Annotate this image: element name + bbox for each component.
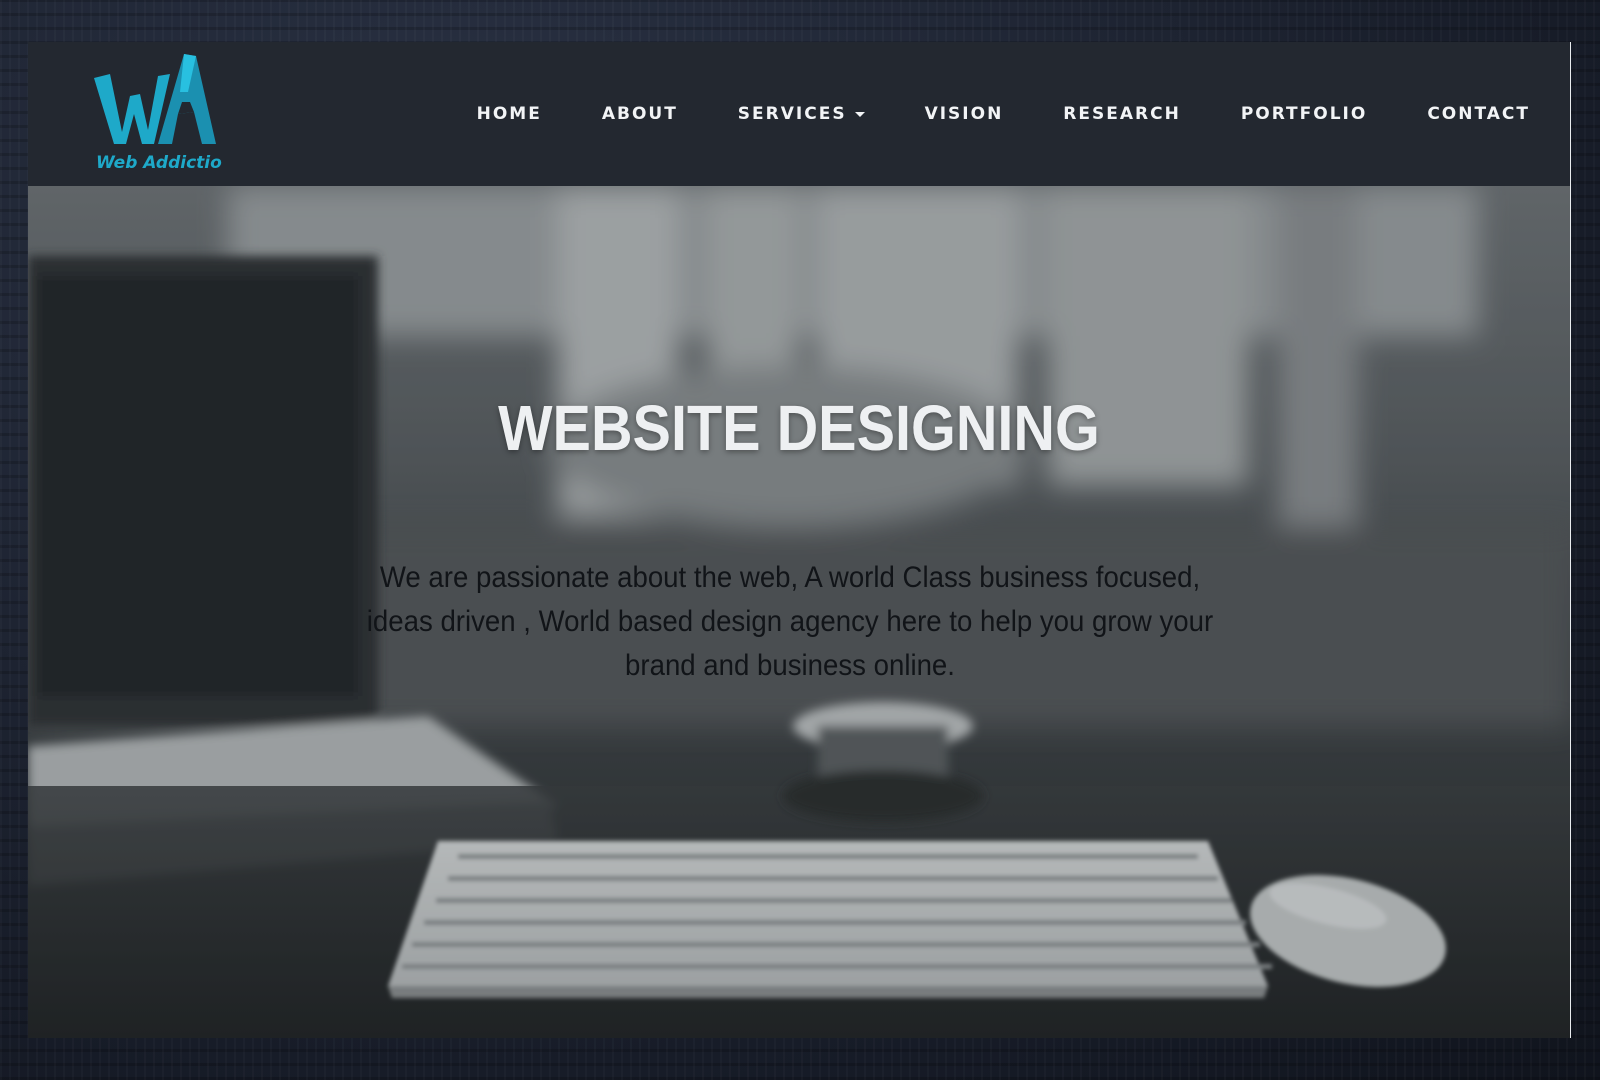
nav-portfolio-label: PORTFOLIO (1240, 104, 1368, 124)
logo-text: Web Addiction (96, 153, 222, 173)
nav-portfolio[interactable]: PORTFOLIO (1241, 104, 1368, 124)
nav-home[interactable]: HOME (477, 104, 542, 124)
nav-services-dropdown[interactable]: SERVICES (738, 104, 865, 124)
nav-research-label: RESEARCH (1063, 104, 1181, 124)
hero-title: WEBSITE DESIGNING (498, 391, 1100, 464)
browser-viewport: Web Addiction HOME ABOUT SERVICES VISION… (28, 42, 1570, 1038)
hero-section: WEBSITE DESIGNING We are passionate abou… (28, 186, 1570, 1038)
nav-contact-label: CONTACT (1427, 104, 1530, 124)
nav-vision[interactable]: VISION (925, 104, 1004, 124)
nav-about-label: ABOUT (601, 104, 678, 124)
main-nav: HOME ABOUT SERVICES VISION RESEARCH PORT… (417, 42, 1530, 186)
nav-services-label: SERVICES (737, 104, 847, 124)
nav-about[interactable]: ABOUT (602, 104, 678, 124)
nav-contact[interactable]: CONTACT (1427, 104, 1530, 124)
site-logo[interactable]: Web Addiction (92, 52, 222, 176)
hero-description: We are passionate about the web, A world… (366, 561, 1214, 682)
nav-vision-label: VISION (924, 104, 1004, 124)
nav-research[interactable]: RESEARCH (1063, 104, 1181, 124)
nav-home-label: HOME (476, 104, 542, 124)
site-header: Web Addiction HOME ABOUT SERVICES VISION… (28, 42, 1570, 186)
chevron-down-icon (854, 111, 865, 117)
logo-icon: Web Addiction (94, 54, 222, 173)
